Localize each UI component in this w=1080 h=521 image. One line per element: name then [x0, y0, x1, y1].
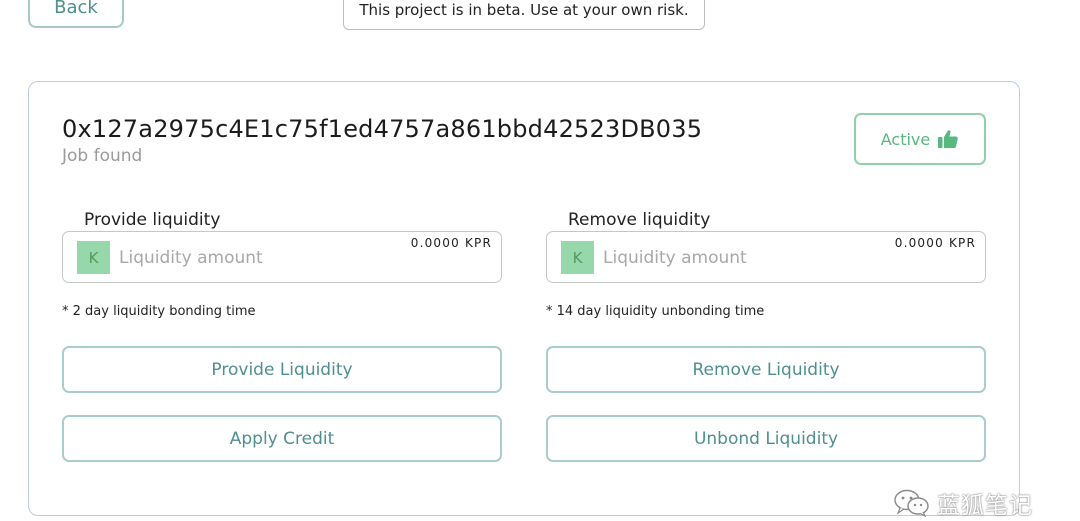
job-card: 0x127a2975c4E1c75f1ed4757a861bbd42523DB0…: [28, 81, 1020, 516]
wechat-icon: [893, 488, 931, 518]
watermark: 蓝狐笔记: [893, 486, 1033, 520]
active-badge-label: Active: [880, 129, 931, 149]
kpr-token-icon: K: [561, 241, 594, 274]
beta-notice: This project is in beta. Use at your own…: [343, 0, 705, 30]
watermark-text: 蓝狐笔记: [937, 493, 1033, 519]
remove-amount-input[interactable]: [603, 243, 863, 273]
kpr-token-icon: K: [77, 241, 110, 274]
provide-liquidity-label: Provide liquidity: [84, 210, 221, 230]
job-address: 0x127a2975c4E1c75f1ed4757a861bbd42523DB0…: [62, 115, 703, 143]
bonding-time-note: * 2 day liquidity bonding time: [62, 304, 256, 319]
remove-liquidity-label: Remove liquidity: [568, 210, 711, 230]
provide-liquidity-button[interactable]: Provide Liquidity: [62, 346, 502, 393]
apply-credit-button[interactable]: Apply Credit: [62, 415, 502, 462]
remove-liquidity-button[interactable]: Remove Liquidity: [546, 346, 986, 393]
unbond-liquidity-button[interactable]: Unbond Liquidity: [546, 415, 986, 462]
unbonding-time-note: * 14 day liquidity unbonding time: [546, 304, 765, 319]
provide-amount-input[interactable]: [119, 243, 379, 273]
remove-balance: 0.0000 KPR: [894, 236, 976, 250]
remove-amount-field[interactable]: K 0.0000 KPR: [546, 231, 986, 283]
active-status-badge: Active: [854, 113, 986, 165]
thumbs-up-icon: [937, 128, 959, 150]
provide-amount-field[interactable]: K 0.0000 KPR: [62, 231, 502, 283]
back-button[interactable]: Back: [28, 0, 124, 28]
provide-balance: 0.0000 KPR: [410, 236, 492, 250]
job-status-text: Job found: [62, 146, 143, 166]
